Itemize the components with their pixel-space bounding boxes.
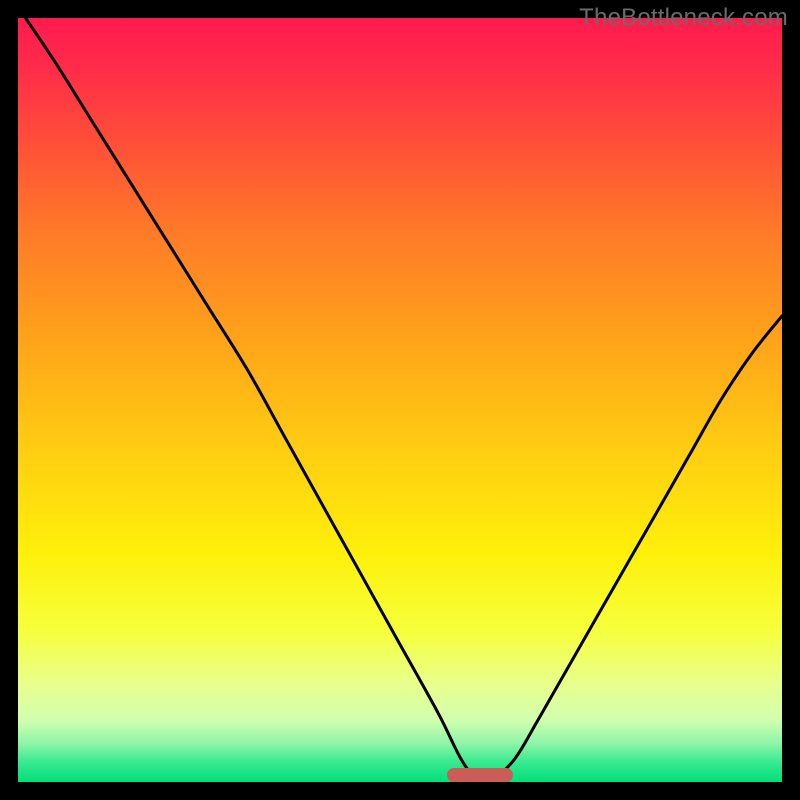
plot-area bbox=[18, 18, 782, 782]
chart-frame: TheBottleneck.com bbox=[0, 0, 800, 800]
bottleneck-curve bbox=[18, 18, 782, 782]
watermark-text: TheBottleneck.com bbox=[579, 4, 788, 32]
optimum-marker bbox=[447, 768, 513, 782]
